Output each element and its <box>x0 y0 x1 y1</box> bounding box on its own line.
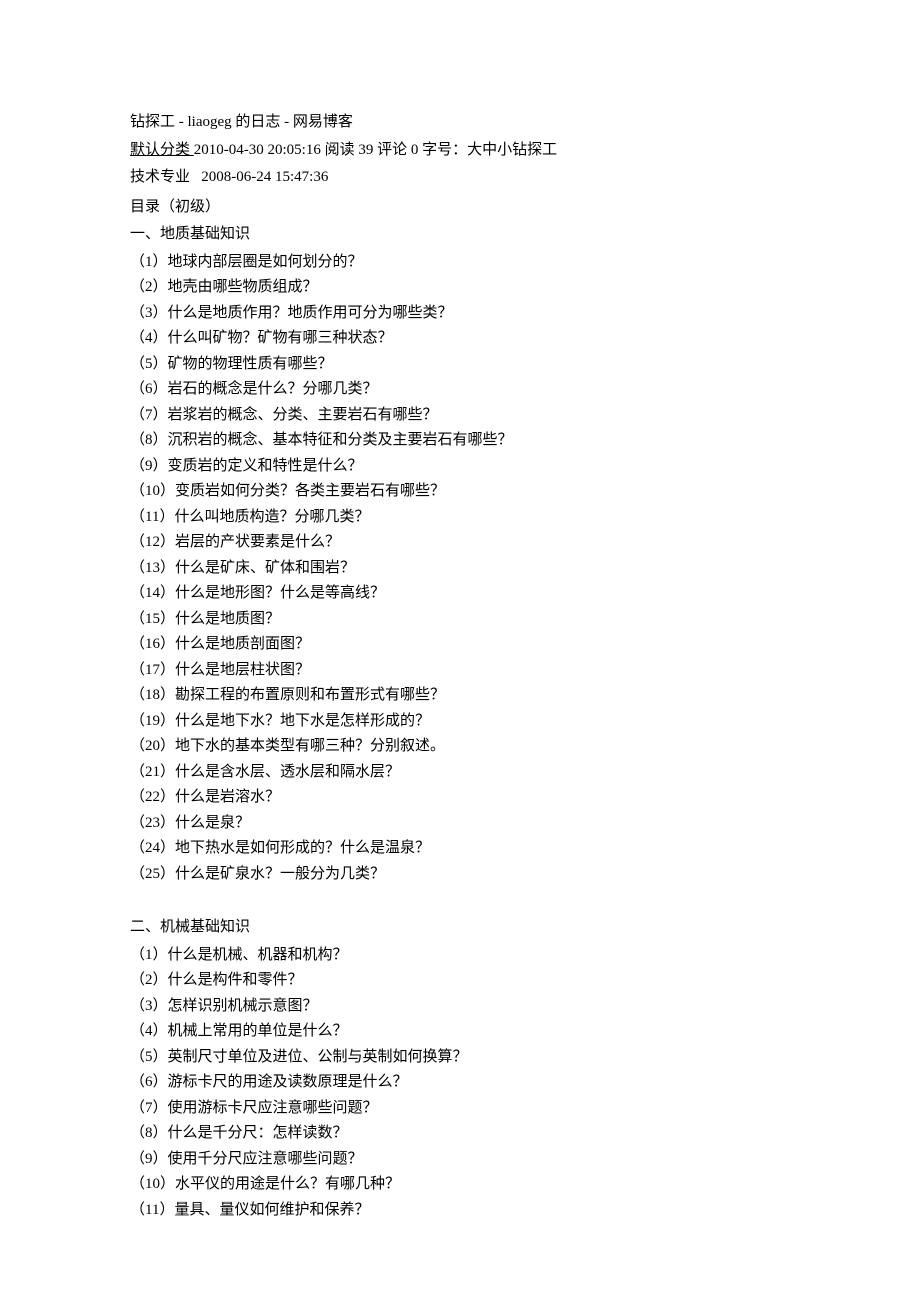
section1-item: （21）什么是含水层、透水层和隔水层？ <box>130 760 790 786</box>
section2-item: （2）什么是构件和零件？ <box>130 968 790 994</box>
section1-item: （22）什么是岩溶水？ <box>130 785 790 811</box>
section1-item: （15）什么是地质图？ <box>130 607 790 633</box>
section1-item: （25）什么是矿泉水？一般分为几类？ <box>130 862 790 888</box>
post-datetime: 2010-04-30 20:05:16 <box>194 142 325 158</box>
section1-item: （5）矿物的物理性质有哪些？ <box>130 352 790 378</box>
section2-title: 二、机械基础知识 <box>130 915 790 941</box>
meta-line: 默认分类 2010-04-30 20:05:16 阅读 39 评论 0 字号：大… <box>130 138 790 164</box>
section1-item: （18）勘探工程的布置原则和布置形式有哪些？ <box>130 683 790 709</box>
comment-count: 0 <box>411 142 422 158</box>
section1-item: （14）什么是地形图？什么是等高线？ <box>130 581 790 607</box>
category-link[interactable]: 默认分类 <box>130 142 194 158</box>
section1-item: （10）变质岩如何分类？各类主要岩石有哪些？ <box>130 479 790 505</box>
section1-item: （16）什么是地质剖面图？ <box>130 632 790 658</box>
section1-item: （11）什么叫地质构造？分哪几类？ <box>130 505 790 531</box>
font-sizes[interactable]: 大中小 <box>467 142 512 158</box>
section2-item: （4）机械上常用的单位是什么？ <box>130 1019 790 1045</box>
section2-item: （7）使用游标卡尺应注意哪些问题？ <box>130 1096 790 1122</box>
section1-item: （17）什么是地层柱状图？ <box>130 658 790 684</box>
section1-item: （2）地壳由哪些物质组成？ <box>130 275 790 301</box>
section1-item: （19）什么是地下水？地下水是怎样形成的？ <box>130 709 790 735</box>
comment-label: 评论 <box>377 142 411 158</box>
section1-item: （7）岩浆岩的概念、分类、主要岩石有哪些？ <box>130 403 790 429</box>
section1-title: 一、地质基础知识 <box>130 222 790 248</box>
section1-item: （13）什么是矿床、矿体和围岩？ <box>130 556 790 582</box>
toc-title: 目录（初级） <box>130 195 790 221</box>
read-count: 39 <box>358 142 377 158</box>
section2-item: （8）什么是千分尺：怎样读数？ <box>130 1121 790 1147</box>
section1-item: （8）沉积岩的概念、基本特征和分类及主要岩石有哪些？ <box>130 428 790 454</box>
tech-label: 技术专业 <box>130 169 190 185</box>
section2-item: （11）量具、量仪如何维护和保养？ <box>130 1198 790 1224</box>
section1-item: （20）地下水的基本类型有哪三种？分别叙述。 <box>130 734 790 760</box>
section1-item: （9）变质岩的定义和特性是什么？ <box>130 454 790 480</box>
section1-item: （12）岩层的产状要素是什么？ <box>130 530 790 556</box>
section2-item: （6）游标卡尺的用途及读数原理是什么？ <box>130 1070 790 1096</box>
section1-item: （6）岩石的概念是什么？分哪几类？ <box>130 377 790 403</box>
section2-item: （5）英制尺寸单位及进位、公制与英制如何换算？ <box>130 1045 790 1071</box>
section1-item: （24）地下热水是如何形成的？什么是温泉？ <box>130 836 790 862</box>
font-label: 字号： <box>422 142 467 158</box>
page-title: 钻探工 - liaogeg 的日志 - 网易博客 <box>130 110 790 136</box>
section2-item: （9）使用千分尺应注意哪些问题？ <box>130 1147 790 1173</box>
section1-item: （23）什么是泉？ <box>130 811 790 837</box>
section2-item: （1）什么是机械、机器和机构？ <box>130 943 790 969</box>
section2-item: （3）怎样识别机械示意图？ <box>130 994 790 1020</box>
section2-item: （10）水平仪的用途是什么？有哪几种？ <box>130 1172 790 1198</box>
read-label: 阅读 <box>325 142 359 158</box>
section1-item: （1）地球内部层圈是如何划分的？ <box>130 250 790 276</box>
topic-text: 钻探工 <box>512 142 557 158</box>
tech-datetime: 2008-06-24 15:47:36 <box>201 169 328 185</box>
section1-item: （4）什么叫矿物？矿物有哪三种状态？ <box>130 326 790 352</box>
section1-item: （3）什么是地质作用？地质作用可分为哪些类？ <box>130 301 790 327</box>
tech-line: 技术专业 2008-06-24 15:47:36 <box>130 165 790 191</box>
